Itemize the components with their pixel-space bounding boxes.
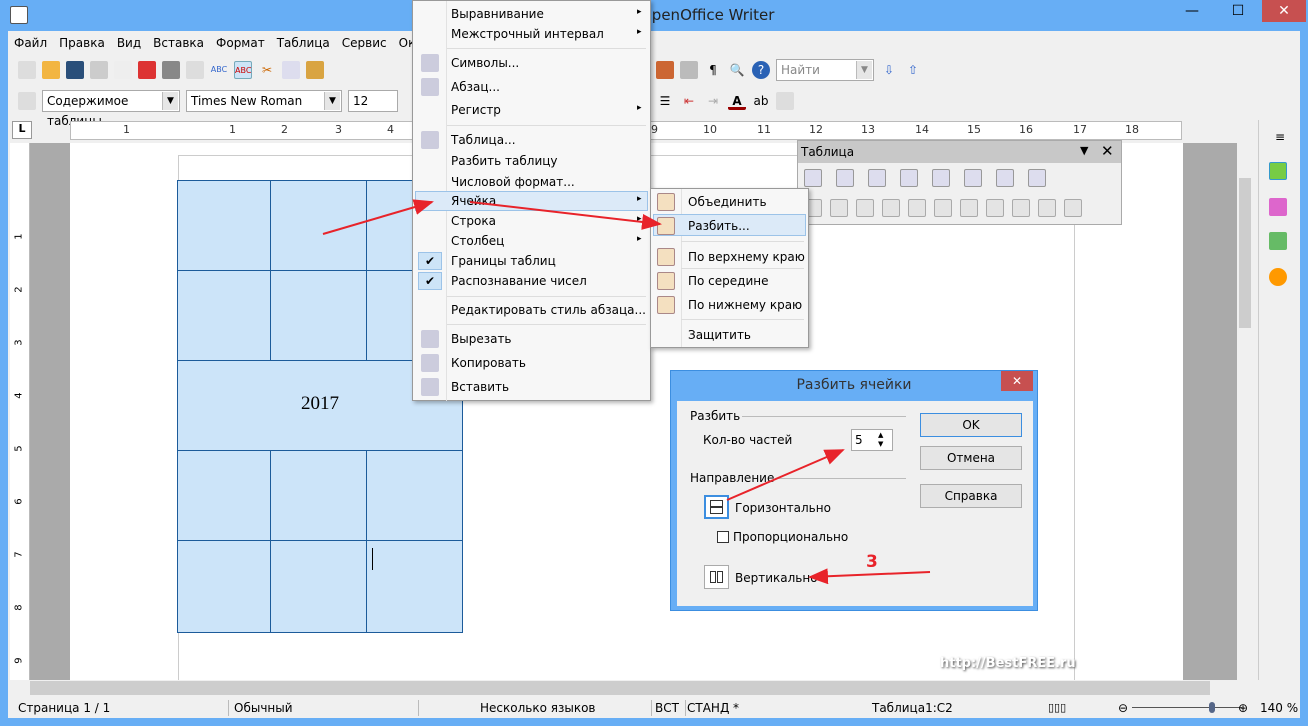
page-indicator: Страница 1 / 1	[18, 701, 111, 715]
zoom-slider-thumb[interactable]	[1209, 702, 1215, 713]
cell-reference: Таблица1:C2	[872, 701, 953, 715]
arrow	[726, 449, 845, 501]
arrow	[322, 199, 434, 235]
annotation-number: 3	[866, 552, 878, 572]
selection-mode[interactable]: СТАНД	[687, 701, 729, 715]
status-bar: Страница 1 / 1 Обычный Несколько языков …	[8, 698, 1300, 718]
annotation-arrows	[322, 199, 931, 585]
modified-indicator: *	[733, 701, 739, 715]
zoom-out-icon[interactable]: ⊖	[1118, 701, 1128, 715]
arrow	[808, 568, 931, 585]
zoom-slider[interactable]	[1132, 707, 1242, 708]
zoom-level[interactable]: 140 %	[1260, 701, 1298, 715]
arrow	[469, 201, 662, 230]
insert-mode[interactable]: ВСТ	[655, 701, 679, 715]
view-layout-icon[interactable]: ▯▯▯	[1048, 701, 1066, 714]
page-style[interactable]: Обычный	[234, 701, 293, 715]
zoom-in-icon[interactable]: ⊕	[1238, 701, 1248, 715]
language[interactable]: Несколько языков	[480, 701, 595, 715]
